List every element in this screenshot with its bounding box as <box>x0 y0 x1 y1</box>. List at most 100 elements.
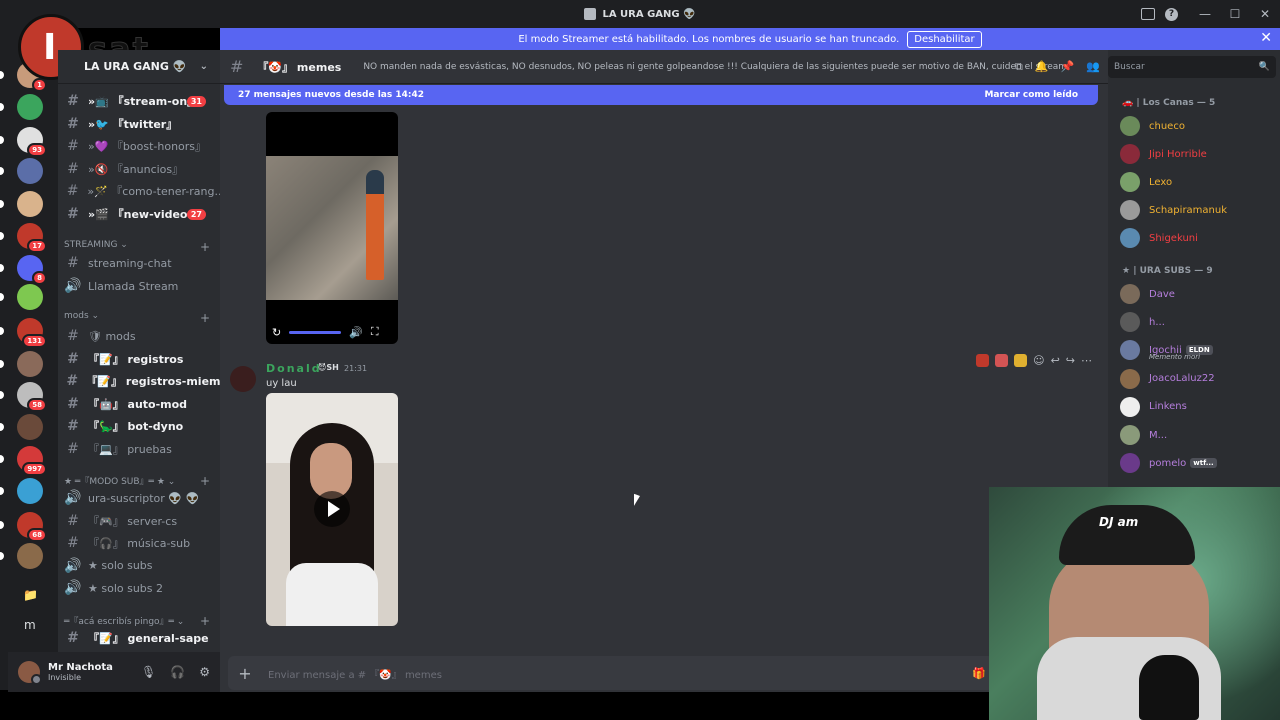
server-icon[interactable]: 17 <box>17 223 47 253</box>
member-item[interactable]: h... <box>1120 310 1280 334</box>
channel-label: ura-suscriptor 👽 👽 <box>88 491 200 505</box>
new-messages-bar[interactable]: 27 mensajes nuevos desde las 14:42 Marca… <box>224 85 1098 105</box>
play-icon[interactable] <box>314 491 350 527</box>
volume-icon[interactable]: 🔊 <box>349 326 363 339</box>
server-icon[interactable]: 997 <box>17 446 47 476</box>
composer-placeholder[interactable]: Enviar mensaje a # 『🤡』 memes <box>268 666 442 681</box>
server-icon[interactable] <box>17 414 43 440</box>
server-icon[interactable]: 68 <box>17 512 47 542</box>
channel-item[interactable]: ▸#»📺 『stream-on』31 <box>58 91 220 111</box>
channel-item[interactable]: ▸#『📝』 general-sape <box>58 628 220 648</box>
bell-icon[interactable]: 🔔 <box>1035 60 1049 74</box>
disable-streamer-button[interactable]: Deshabilitar <box>907 30 982 48</box>
mark-read-button[interactable]: Marcar como leído <box>984 90 1078 100</box>
headphones-icon[interactable]: 🎧 <box>170 665 185 679</box>
server-icon[interactable] <box>17 284 43 310</box>
close-banner-icon[interactable]: ✕ <box>1260 30 1272 46</box>
member-item[interactable]: JoacoLaluz22 <box>1120 367 1280 391</box>
add-channel-icon[interactable]: + <box>200 614 210 628</box>
server-icon[interactable]: 131 <box>17 318 47 348</box>
member-item[interactable]: Jipi Horrible <box>1120 142 1280 166</box>
inbox-icon[interactable] <box>1141 8 1155 20</box>
close-window-button[interactable]: ✕ <box>1250 7 1280 21</box>
reaction-emoji[interactable] <box>976 354 990 367</box>
channel-item[interactable]: # 『🎧』 música-sub <box>58 533 220 553</box>
video-attachment[interactable]: ↻ 🔊 ⛶ <box>266 112 398 344</box>
server-icon[interactable]: 93 <box>17 127 47 157</box>
more-icon[interactable]: ⋯ <box>1081 354 1092 367</box>
progress-bar[interactable] <box>289 330 342 334</box>
member-item[interactable]: Schapiramanuk <box>1120 198 1280 222</box>
server-icon[interactable]: m <box>24 618 36 632</box>
channel-category[interactable]: ═『acá escribís pingo』═ ⌄ + <box>64 614 214 628</box>
member-item[interactable]: Linkens <box>1120 395 1280 419</box>
gift-icon[interactable]: 🎁 <box>972 667 986 680</box>
channel-item[interactable]: ▸#『📝』 registros <box>58 349 220 369</box>
member-item[interactable]: Shigekuni <box>1120 226 1280 250</box>
channel-item[interactable]: 🔊 ★ solo subs 2 <box>58 578 220 598</box>
maximize-button[interactable]: ☐ <box>1220 7 1250 21</box>
members-icon[interactable]: 👥 <box>1086 60 1100 74</box>
server-icon[interactable] <box>17 191 43 217</box>
channel-item[interactable]: ▸#『📝』 registros-miem... <box>58 371 220 391</box>
channel-item[interactable]: ▸#『🦕』 bot-dyno <box>58 416 220 436</box>
member-item[interactable]: Dave <box>1120 282 1280 306</box>
channel-item[interactable]: ▸#»🐦 『twitter』 <box>58 114 220 134</box>
forward-icon[interactable]: ↪ <box>1066 354 1075 367</box>
member-item[interactable]: pomelo wtf... <box>1120 451 1280 475</box>
channel-item[interactable]: 🔊 Llamada Stream <box>58 276 220 296</box>
server-icon[interactable] <box>17 158 43 184</box>
channel-item[interactable]: ▸#»💜 『boost-honors』 <box>58 136 220 156</box>
help-icon[interactable]: ? <box>1165 7 1178 21</box>
microphone-icon[interactable]: 🎙 <box>141 665 156 679</box>
avatar[interactable] <box>18 661 42 685</box>
channel-item[interactable]: 🔊 ura-suscriptor 👽 👽 <box>58 488 220 508</box>
server-icon[interactable]: 8 <box>17 255 47 285</box>
fullscreen-icon[interactable]: ⛶ <box>371 325 379 339</box>
unread-pill <box>0 391 4 399</box>
channel-item[interactable]: ▸#»🎬 『new-videos』27 <box>58 204 220 224</box>
pin-icon[interactable]: 📌 <box>1061 60 1075 74</box>
guild-header[interactable]: LA URA GANG 👽 ⌄ <box>58 50 220 84</box>
gear-icon[interactable]: ⚙ <box>199 665 210 679</box>
server-icon[interactable] <box>17 543 43 569</box>
reply-icon[interactable]: ↩ <box>1051 354 1060 367</box>
member-item[interactable]: Igochii ELDN Memento mori <box>1120 338 1280 362</box>
channel-topic[interactable]: NO manden nada de esvásticas, NO desnudo… <box>363 62 1070 72</box>
add-reaction-icon[interactable]: ☺ <box>1033 354 1044 367</box>
add-channel-icon[interactable]: + <box>200 240 210 254</box>
threads-icon[interactable]: ⧉ <box>1015 60 1023 74</box>
member-item[interactable]: chueco <box>1120 114 1280 138</box>
channel-category[interactable]: mods ⌄ + <box>64 311 214 325</box>
search-input[interactable]: Buscar 🔍 <box>1108 56 1276 78</box>
avatar[interactable] <box>230 366 256 392</box>
server-icon[interactable]: 58 <box>17 382 47 412</box>
message-composer[interactable]: + Enviar mensaje a # 『🤡』 memes 🎁 <box>228 656 994 690</box>
channel-item[interactable]: ▸#»🔇 『anuncios』 <box>58 159 220 179</box>
channel-item[interactable]: 🔊 ★ solo subs <box>58 556 220 576</box>
reaction-emoji[interactable] <box>1014 354 1028 367</box>
add-channel-icon[interactable]: + <box>200 311 210 325</box>
channel-item[interactable]: # 🛡 mods <box>58 326 220 346</box>
channel-item[interactable]: # 『💻』 pruebas <box>58 439 220 459</box>
channel-category[interactable]: ★ ═『MODO SUB』═ ★ ⌄ + <box>64 474 214 488</box>
replay-icon[interactable]: ↻ <box>272 326 281 339</box>
channel-item[interactable]: # streaming-chat <box>58 253 220 273</box>
channel-item[interactable]: # 『🎮』 server-cs <box>58 511 220 531</box>
message-author[interactable]: Donald <box>266 362 322 375</box>
category-label: ★ ═『MODO SUB』═ ★ ⌄ <box>64 477 176 487</box>
folder-icon[interactable]: 📁 <box>23 588 38 602</box>
add-channel-icon[interactable]: + <box>200 474 210 488</box>
server-icon[interactable] <box>17 478 43 504</box>
channel-item[interactable]: ▸#»🪄 『como-tener-rang... <box>58 181 220 201</box>
server-icon[interactable] <box>17 94 43 120</box>
member-item[interactable]: Lexo <box>1120 170 1280 194</box>
plus-icon[interactable]: + <box>228 664 262 683</box>
channel-category[interactable]: STREAMING ⌄ + <box>64 240 214 254</box>
server-icon[interactable] <box>17 351 43 377</box>
channel-item[interactable]: ▸#『🤖』 auto-mod <box>58 394 220 414</box>
minimize-button[interactable]: — <box>1190 7 1220 21</box>
video-attachment[interactable] <box>266 393 398 626</box>
member-item[interactable]: M... <box>1120 423 1280 447</box>
reaction-emoji[interactable] <box>995 354 1009 367</box>
